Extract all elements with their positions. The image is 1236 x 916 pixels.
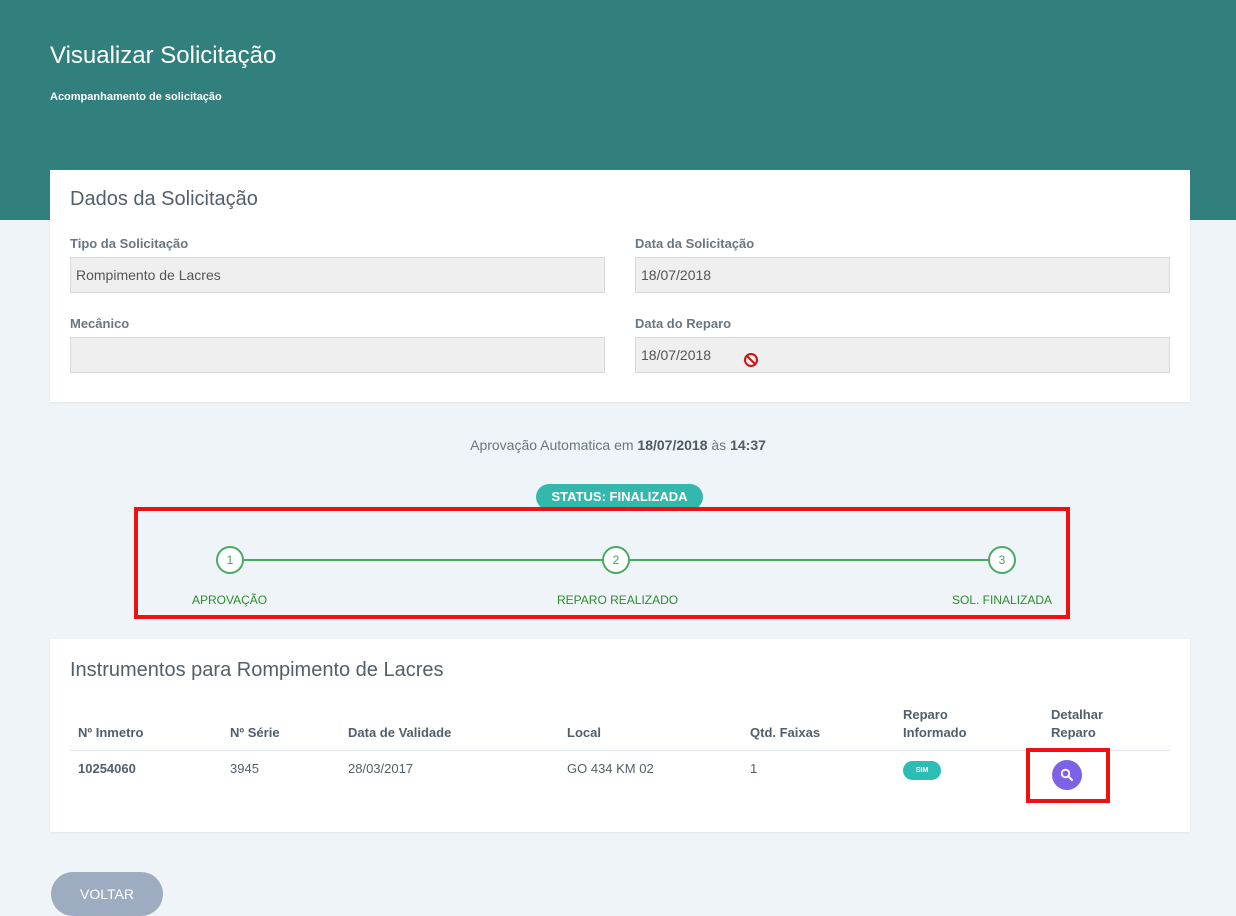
- step-1-circle: 1: [216, 546, 244, 574]
- back-button[interactable]: VOLTAR: [51, 872, 163, 916]
- approval-date: 18/07/2018: [637, 437, 708, 453]
- step-connector-1-2: [244, 559, 602, 561]
- cell-inmetro: 10254060: [78, 761, 136, 776]
- detail-highlight: [1026, 748, 1110, 803]
- reparo-informado-badge: SIM: [903, 761, 941, 780]
- instruments-card: Instrumentos para Rompimento de Lacres N…: [50, 639, 1190, 832]
- mecanico-field[interactable]: [70, 337, 605, 373]
- request-data-title: Dados da Solicitação: [70, 188, 258, 210]
- tipo-field[interactable]: Rompimento de Lacres: [70, 257, 605, 293]
- column-inmetro: Nº Inmetro: [78, 725, 144, 740]
- progress-stepper: 1 2 3 APROVAÇÃO REPARO REALIZADO SOL. FI…: [134, 507, 1070, 619]
- not-allowed-icon: [744, 353, 758, 367]
- tipo-label: Tipo da Solicitação: [70, 236, 189, 251]
- cell-serie: 3945: [230, 761, 259, 776]
- cell-validade: 28/03/2017: [348, 761, 414, 776]
- step-1-label: APROVAÇÃO: [192, 593, 268, 607]
- data-reparo-field[interactable]: 18/07/2018: [635, 337, 1170, 373]
- column-detalhar-reparo: Detalhar Reparo: [1051, 707, 1104, 740]
- approval-connector: às: [711, 437, 727, 453]
- step-2-label: REPARO REALIZADO: [557, 593, 679, 607]
- page-subtitle: Acompanhamento de solicitação: [50, 91, 222, 103]
- mecanico-label: Mecânico: [70, 316, 130, 331]
- request-data-card: Dados da Solicitação Tipo da Solicitação…: [50, 170, 1190, 402]
- search-icon: [1060, 768, 1073, 781]
- column-validade: Data de Validade: [348, 725, 452, 740]
- approval-time: 14:37: [730, 437, 766, 453]
- approval-info: Aprovação Automatica em 18/07/2018 às 14…: [0, 437, 1236, 453]
- column-serie: Nº Série: [230, 725, 280, 740]
- step-connector-2-3: [630, 559, 988, 561]
- step-3-label: SOL. FINALIZADA: [952, 593, 1053, 607]
- table-header-divider: [70, 750, 1170, 751]
- instruments-title: Instrumentos para Rompimento de Lacres: [70, 659, 444, 681]
- data-solicitacao-label: Data da Solicitação: [635, 236, 755, 251]
- detail-repair-button[interactable]: [1052, 760, 1082, 790]
- approval-prefix: Aprovação Automatica em: [470, 437, 634, 453]
- step-3-circle: 3: [988, 546, 1016, 574]
- data-reparo-label: Data do Reparo: [635, 316, 732, 331]
- cell-faixas: 1: [750, 761, 758, 776]
- cell-local: GO 434 KM 02: [567, 761, 654, 776]
- column-faixas: Qtd. Faixas: [750, 725, 821, 740]
- data-solicitacao-field[interactable]: 18/07/2018: [635, 257, 1170, 293]
- column-local: Local: [567, 725, 601, 740]
- column-reparo-informado: Reparo Informado: [903, 707, 967, 740]
- step-2-circle: 2: [602, 546, 630, 574]
- data-reparo-value: 18/07/2018: [641, 347, 712, 363]
- page-title: Visualizar Solicitação: [50, 42, 277, 69]
